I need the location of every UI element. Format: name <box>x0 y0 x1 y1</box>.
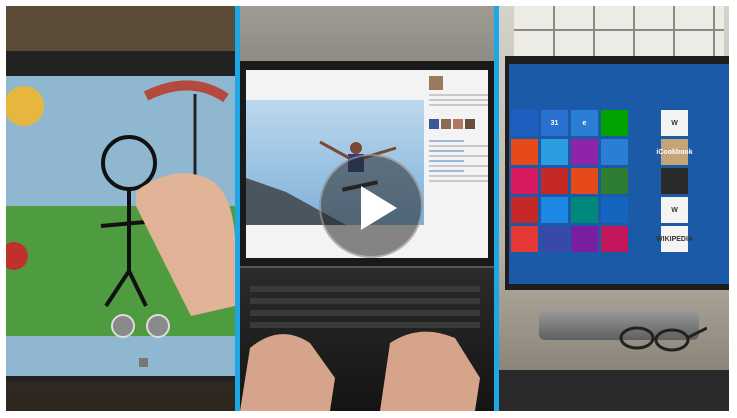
tile-tile[interactable] <box>601 197 628 223</box>
tile-tile[interactable] <box>601 226 628 252</box>
play-button[interactable] <box>319 154 423 258</box>
store-tile[interactable] <box>601 110 628 136</box>
tile-tile[interactable] <box>511 197 538 223</box>
tile-tile[interactable] <box>601 168 628 194</box>
finance-tile[interactable] <box>571 197 598 223</box>
start-tile <box>631 110 658 136</box>
video-tile[interactable] <box>541 168 568 194</box>
ie-tile[interactable]: e <box>571 110 598 136</box>
tile-tile[interactable]: W <box>661 197 688 223</box>
windows-start-screen: 31 e WiCookbook W WIKIPEDIA <box>509 64 729 284</box>
photos-tile[interactable] <box>571 139 598 165</box>
calendar-tile[interactable]: 31 <box>541 110 568 136</box>
eyeglasses <box>619 326 707 352</box>
laptop-keyboard <box>240 268 494 411</box>
tile-tile[interactable] <box>541 226 568 252</box>
monitor-panel: 31 e WiCookbook W WIKIPEDIA <box>499 6 729 411</box>
people-tile[interactable] <box>541 139 568 165</box>
comments-pane <box>429 76 488 256</box>
start-tile <box>631 226 658 252</box>
play-icon <box>361 186 397 230</box>
weather-tile[interactable] <box>541 197 568 223</box>
desktop-keyboard <box>499 370 729 411</box>
video-player[interactable]: 31 e WiCookbook W WIKIPEDIA <box>6 6 729 411</box>
tile-tile[interactable] <box>511 168 538 194</box>
weather-tile[interactable] <box>601 139 628 165</box>
start-tile <box>631 197 658 223</box>
tile-tile[interactable] <box>511 110 538 136</box>
wordpress-tile[interactable]: W <box>661 110 688 136</box>
tile-tile[interactable] <box>571 226 598 252</box>
start-tile <box>631 168 658 194</box>
start-tile <box>631 139 658 165</box>
cookbook-tile[interactable]: iCookbook <box>656 139 693 165</box>
tile-tile[interactable] <box>661 168 688 194</box>
wikipedia-tile[interactable]: WIKIPEDIA <box>656 226 693 252</box>
laptop-panel <box>240 6 494 411</box>
tablet-drawing-scene <box>6 6 235 381</box>
typing-hands <box>240 286 480 411</box>
tile-tile[interactable] <box>511 226 538 252</box>
music-tile[interactable] <box>571 168 598 194</box>
tile-tile[interactable] <box>511 139 538 165</box>
tablet-drawing-panel <box>6 6 235 411</box>
start-tiles: 31 e WiCookbook W WIKIPEDIA <box>511 110 693 252</box>
